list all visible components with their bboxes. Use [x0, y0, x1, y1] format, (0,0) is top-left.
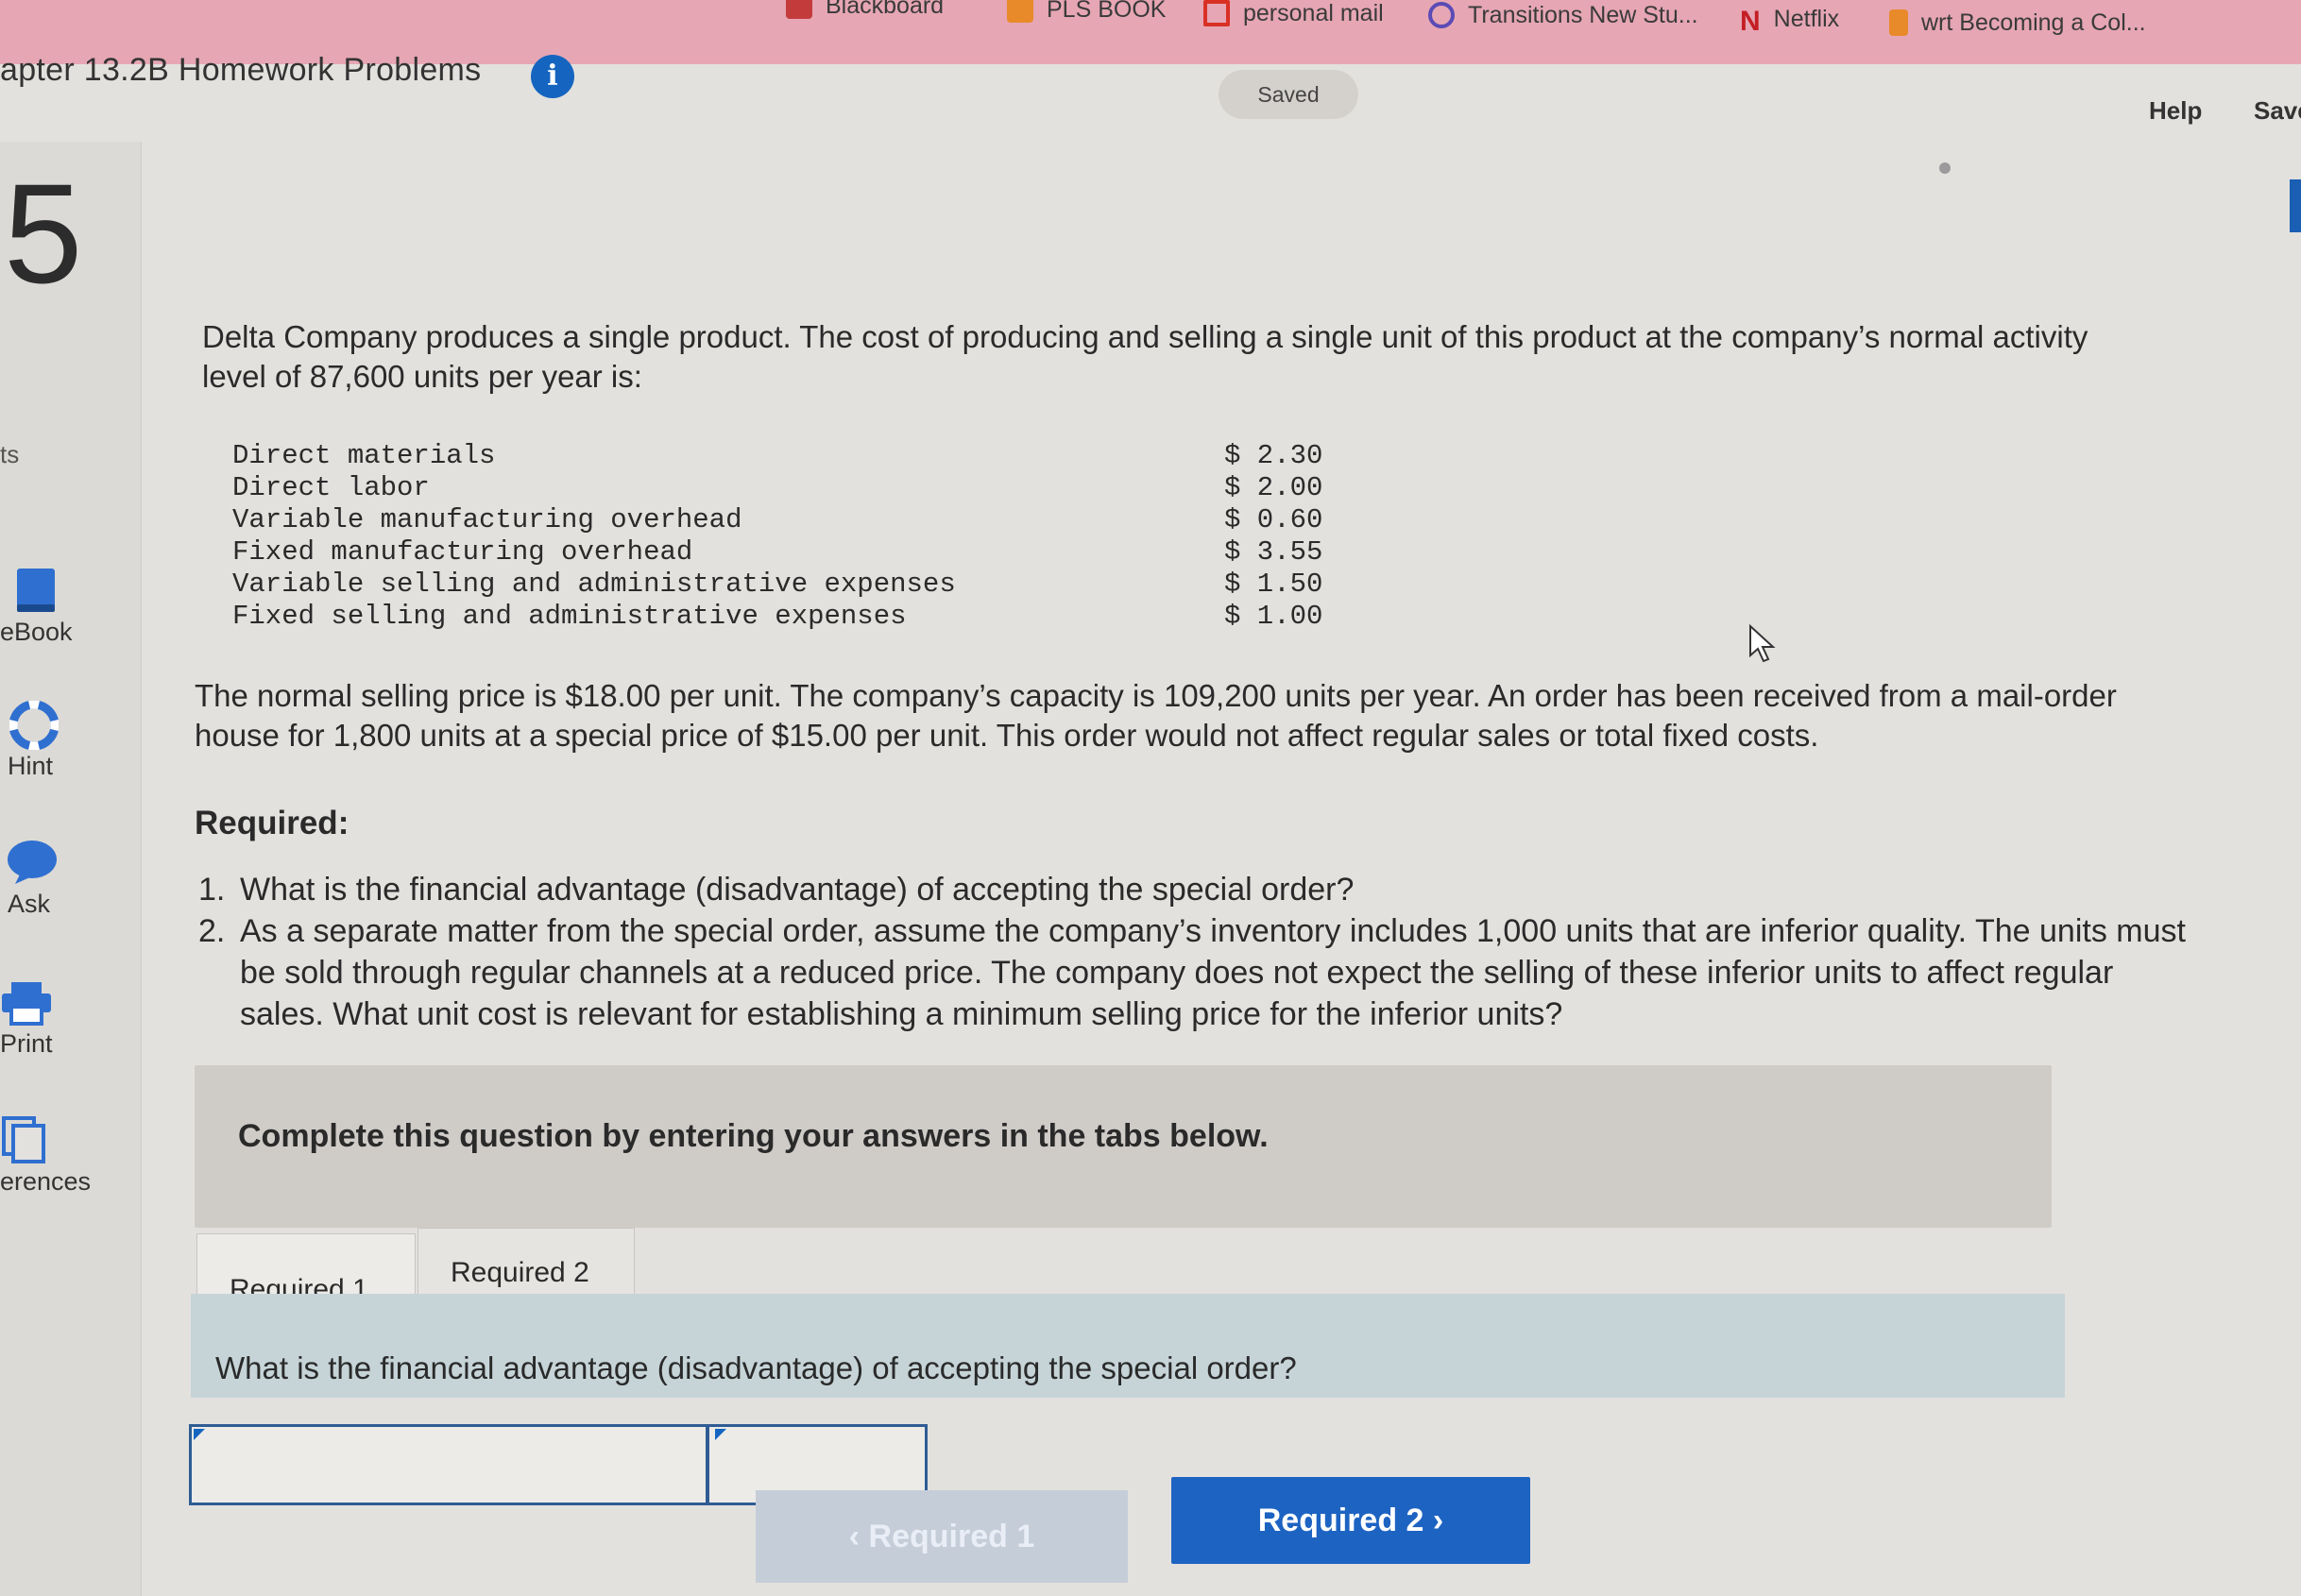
bookmark-netflix[interactable]: N Netflix	[1740, 0, 1839, 38]
cost-label: Direct materials	[232, 440, 496, 471]
required-item-2: 2. As a separate matter from the special…	[198, 913, 2186, 1032]
cost-value: $ 1.00	[1224, 601, 1323, 632]
cost-value: $ 1.50	[1224, 569, 1323, 600]
bookmark-pls-book[interactable]: PLS BOOK	[1007, 0, 1166, 28]
saved-status-badge: Saved	[1219, 70, 1358, 119]
question-strip: What is the financial advantage (disadva…	[191, 1294, 2065, 1398]
cost-value: $ 0.60	[1224, 504, 1323, 535]
required-heading: Required:	[195, 805, 349, 841]
references-icon	[2, 1116, 45, 1163]
next-required-button[interactable]: Required 2 ›	[1171, 1477, 1530, 1564]
help-link[interactable]: Help	[2149, 96, 2202, 126]
problem-details: The normal selling price is $18.00 per u…	[195, 678, 2117, 753]
prev-required-button[interactable]: ‹ Required 1	[756, 1490, 1128, 1583]
bookmark-icon	[1889, 9, 1908, 36]
cost-label: Fixed manufacturing overhead	[232, 536, 693, 568]
save-indicator	[2290, 179, 2301, 232]
cost-value: $ 2.30	[1224, 440, 1323, 471]
hint-lifebuoy-icon	[9, 701, 59, 750]
book-icon	[1007, 0, 1033, 23]
print-tool[interactable]: Print	[0, 976, 113, 1061]
ebook-tool[interactable]: eBook	[0, 563, 113, 648]
assignment-title: apter 13.2B Homework Problems	[0, 52, 482, 88]
netflix-icon: N	[1740, 6, 1761, 37]
bookmark-wrt[interactable]: wrt Becoming a Col...	[1889, 4, 2146, 42]
cost-value: $ 3.55	[1224, 536, 1323, 568]
chevron-left-icon: ‹	[848, 1519, 861, 1554]
input-marker-icon	[194, 1429, 205, 1440]
problem-intro: Delta Company produces a single product.…	[202, 319, 2088, 394]
bookmark-personal-mail[interactable]: personal mail	[1203, 0, 1384, 32]
ask-speech-bubble-icon	[8, 840, 57, 884]
transitions-icon	[1428, 2, 1455, 28]
printer-icon	[2, 982, 51, 1026]
question-number: 5	[4, 154, 83, 313]
input-marker-icon	[715, 1429, 726, 1440]
cost-value: $ 2.00	[1224, 472, 1323, 503]
status-dot	[1939, 162, 1951, 174]
cost-label: Direct labor	[232, 472, 430, 503]
cost-label: Variable selling and administrative expe…	[232, 569, 956, 600]
chevron-right-icon: ›	[1432, 1503, 1444, 1538]
points-label: ts	[0, 440, 20, 468]
tab-question-text: What is the financial advantage (disadva…	[215, 1350, 1297, 1385]
blackboard-icon	[786, 0, 812, 19]
ask-tool[interactable]: Ask	[0, 837, 113, 922]
save-link[interactable]: Save	[2254, 96, 2301, 126]
bookmark-blackboard[interactable]: Blackboard	[786, 0, 944, 25]
cost-label: Fixed selling and administrative expense…	[232, 601, 907, 632]
required-item-1: 1. What is the financial advantage (disa…	[198, 872, 1355, 908]
tab-required-2[interactable]: Required 2	[418, 1228, 635, 1303]
gmail-icon	[1203, 0, 1230, 26]
info-icon[interactable]: i	[531, 55, 574, 98]
answer-label-input[interactable]	[192, 1427, 709, 1503]
required-list: 1. What is the financial advantage (disa…	[198, 869, 2201, 1035]
mouse-cursor-icon	[1749, 623, 1776, 663]
hint-tool[interactable]: Hint	[0, 699, 113, 784]
bookmark-transitions[interactable]: Transitions New Stu...	[1428, 0, 1698, 34]
references-tool[interactable]: erences	[0, 1114, 113, 1199]
ebook-icon	[17, 569, 55, 612]
instruction-box: Complete this question by entering your …	[195, 1065, 2052, 1228]
cost-label: Variable manufacturing overhead	[232, 504, 742, 535]
instruction-text: Complete this question by entering your …	[238, 1118, 1269, 1154]
